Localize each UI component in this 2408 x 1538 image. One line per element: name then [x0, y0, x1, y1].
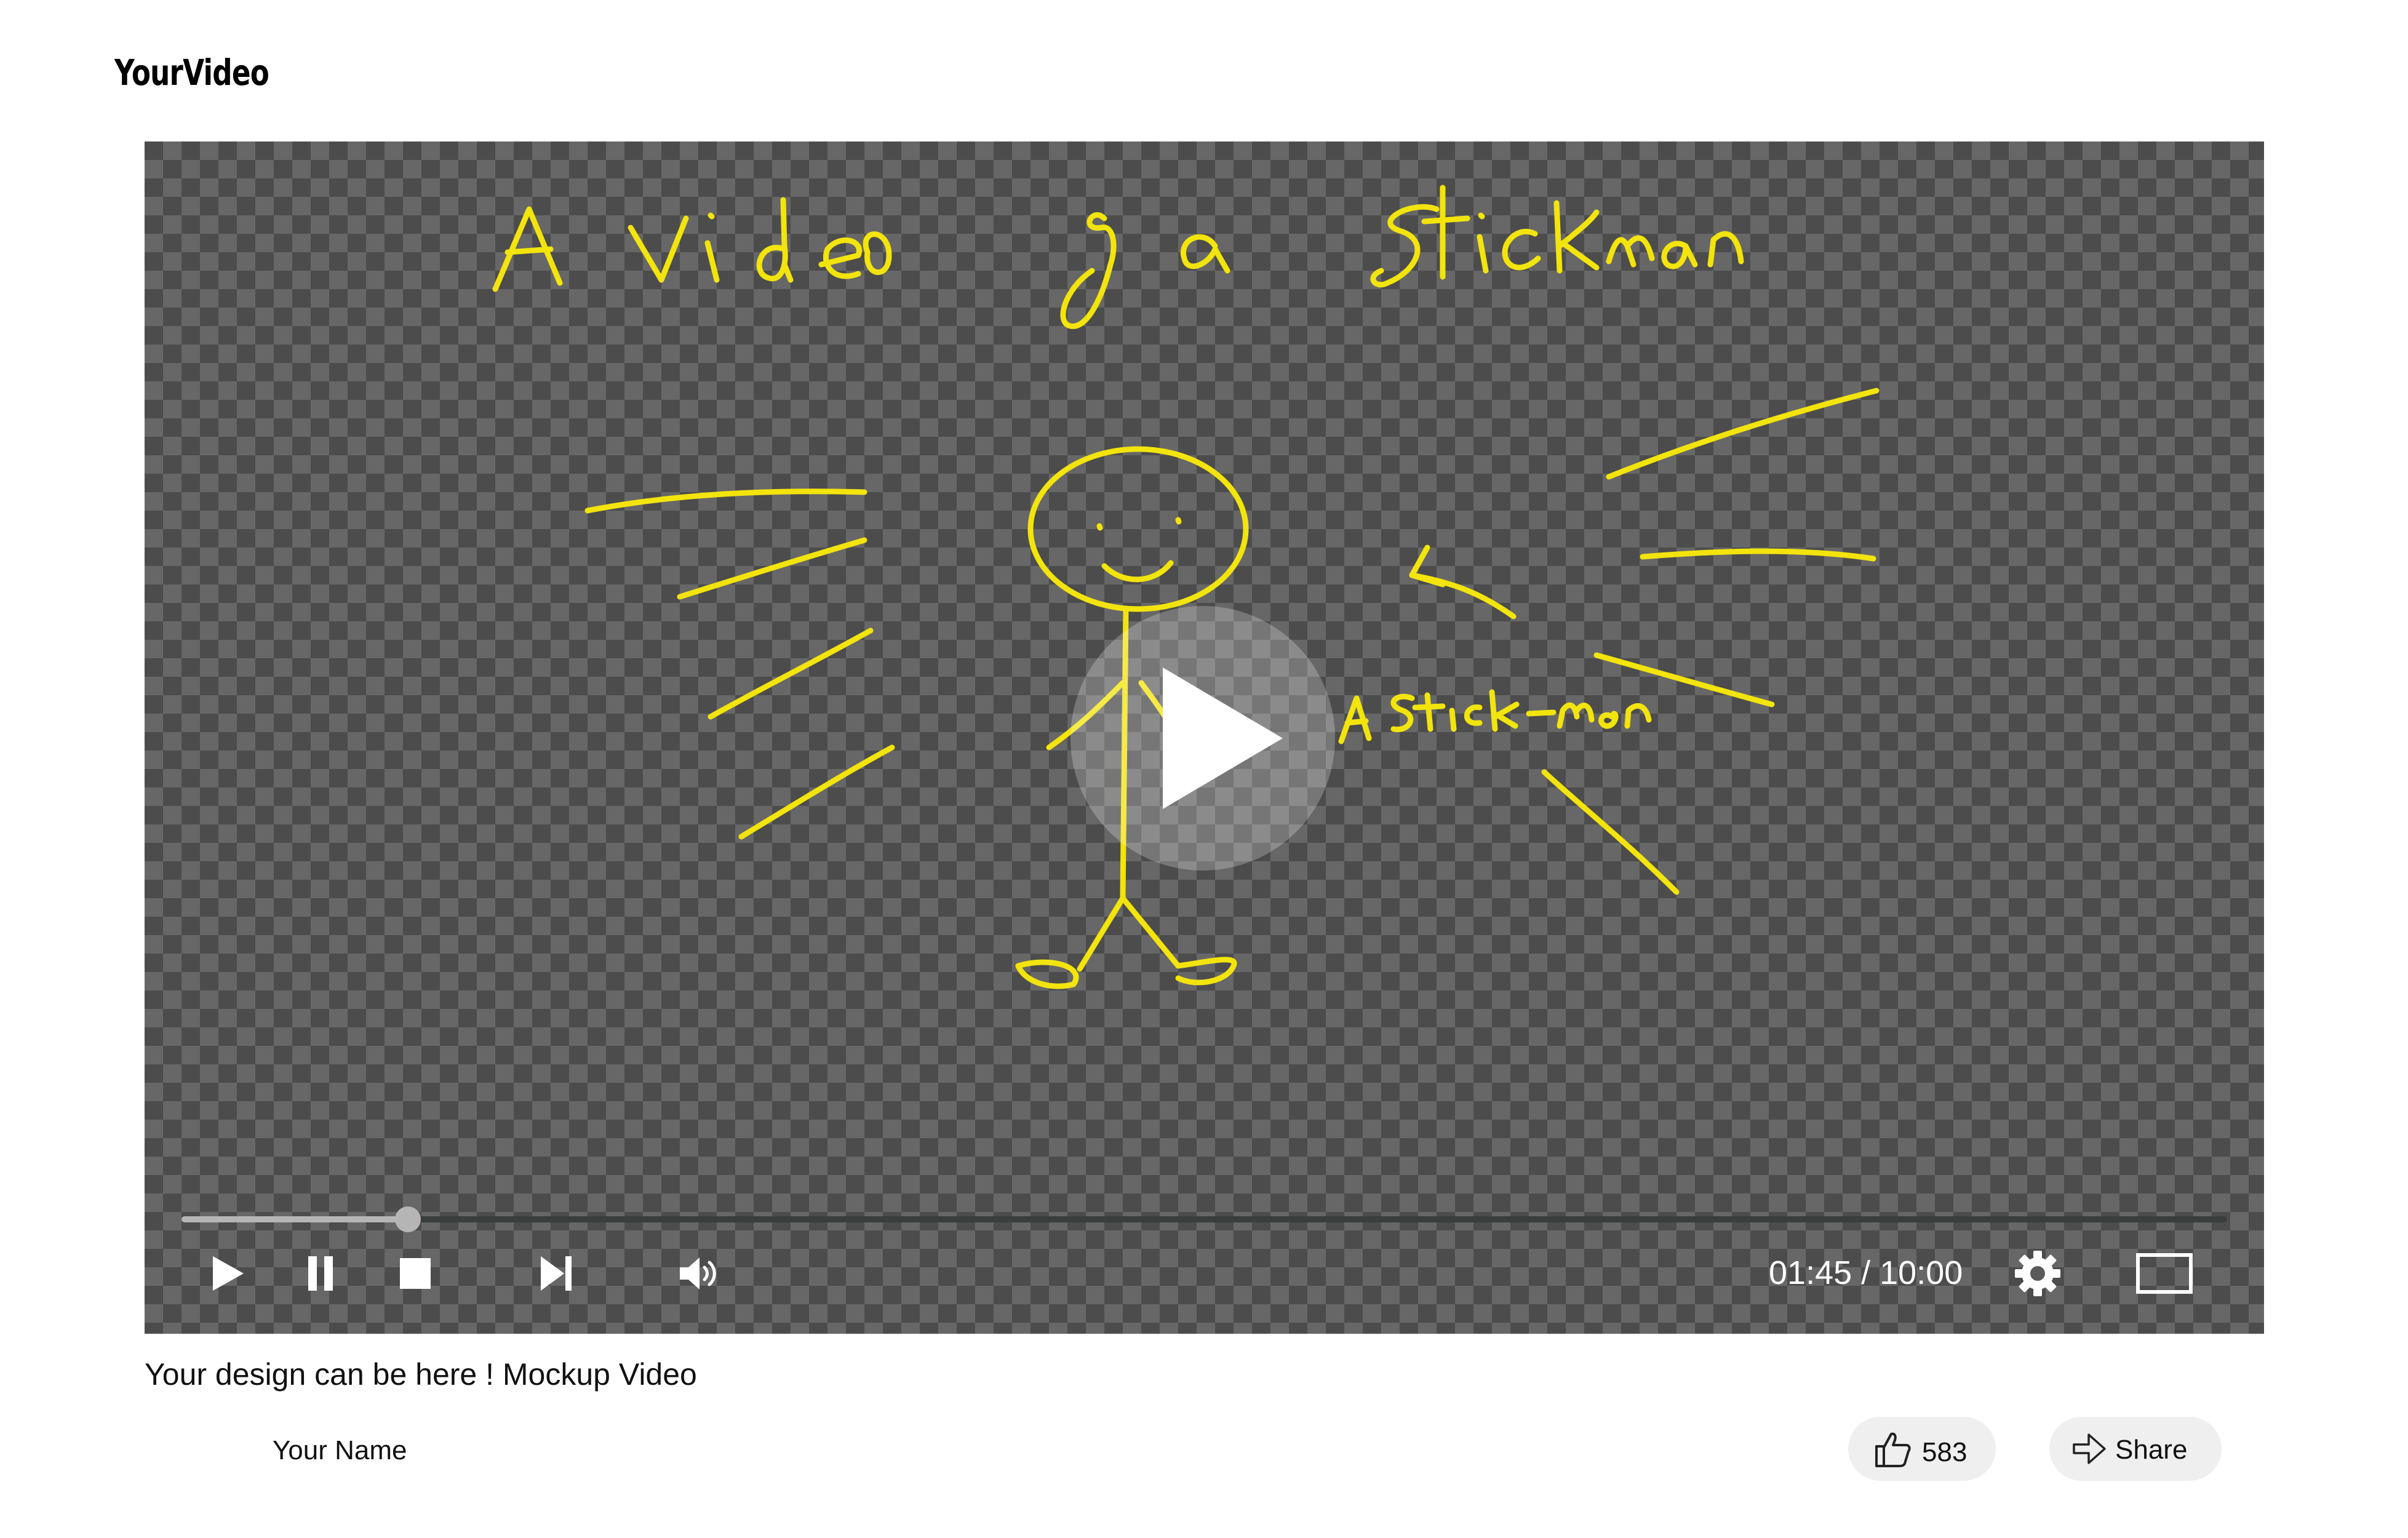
fullscreen-button[interactable]	[2134, 1249, 2195, 1298]
pause-button[interactable]	[306, 1249, 337, 1298]
like-button[interactable]: 583	[1848, 1417, 1996, 1481]
play-button[interactable]	[206, 1249, 249, 1298]
play-icon	[213, 1256, 244, 1291]
progress-fill	[181, 1216, 409, 1222]
site-logo[interactable]: YourVideo	[114, 52, 269, 94]
volume-icon	[680, 1257, 716, 1289]
skip-next-button[interactable]	[538, 1249, 575, 1298]
progress-bar[interactable]	[181, 1206, 2227, 1232]
time-display: 01:45 / 10:00	[1769, 1254, 1963, 1291]
share-button[interactable]: Share	[2049, 1417, 2222, 1481]
like-count: 583	[1922, 1437, 1967, 1467]
handwritten-title	[492, 185, 1744, 329]
progress-scrubber[interactable]	[395, 1206, 421, 1232]
settings-button[interactable]	[2013, 1249, 2062, 1298]
fullscreen-icon	[2136, 1253, 2193, 1294]
channel-name[interactable]: Your Name	[273, 1435, 407, 1466]
handwritten-label	[1338, 689, 1652, 744]
share-icon	[2073, 1433, 2106, 1464]
gear-icon	[2015, 1251, 2060, 1296]
video-player[interactable]: 01:45 / 10:00	[145, 141, 2264, 1334]
play-icon	[1163, 667, 1283, 809]
stop-icon	[400, 1258, 431, 1289]
thumbs-up-icon	[1875, 1432, 1911, 1467]
share-label: Share	[2115, 1435, 2188, 1465]
volume-button[interactable]	[677, 1249, 720, 1298]
stop-button[interactable]	[398, 1249, 433, 1298]
big-play-button[interactable]	[1070, 606, 1335, 871]
skip-next-icon	[541, 1256, 572, 1291]
pause-icon	[308, 1256, 333, 1291]
video-title: Your design can be here ! Mockup Video	[145, 1357, 697, 1392]
